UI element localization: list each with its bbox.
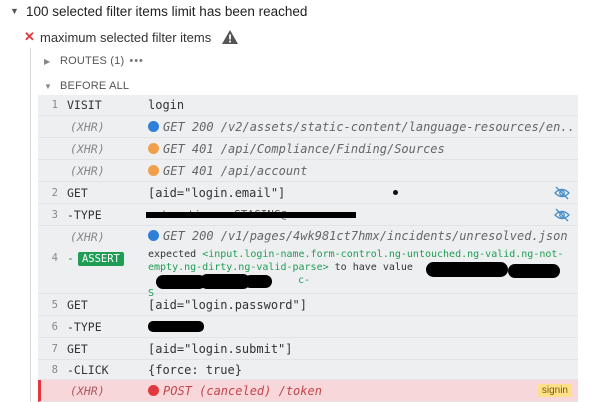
command-message: [aid="login.password"] [148, 297, 307, 312]
xhr-url: GET 200 /v2/assets/static-content/langua… [163, 119, 576, 134]
command-message: [aid="login.submit"] [148, 341, 293, 356]
status-dot-orange-icon [148, 164, 159, 176]
command-row-visit[interactable]: 1 VISIT login [38, 95, 578, 116]
redaction-blob [148, 321, 204, 332]
redaction-blob [156, 275, 206, 289]
tree-guide-line [30, 48, 31, 402]
xhr-row[interactable]: (XHR) GET 401 /api/Compliance/Finding/So… [38, 138, 578, 160]
xhr-message: GET 200 /v2/assets/static-content/langua… [148, 120, 576, 134]
command-name: GET [67, 297, 88, 312]
caret-right-icon: ▶ [44, 56, 51, 66]
routes-menu-icon[interactable]: ••• [129, 55, 144, 67]
command-name: GET [67, 341, 88, 356]
assert-dash: - [67, 251, 74, 265]
redaction-bar [146, 212, 356, 218]
eye-slash-icon[interactable] [554, 208, 570, 222]
command-row-get-submit[interactable]: 7 GET [aid="login.submit"] [38, 338, 578, 360]
command-name: (XHR) [70, 383, 105, 398]
command-row-click[interactable]: 8 -CLICK {force: true} [38, 360, 578, 380]
command-name: (XHR) [70, 119, 105, 134]
status-dot-orange-icon [148, 142, 159, 154]
assert-command: - ASSERT [67, 251, 124, 266]
redaction-blob [244, 275, 272, 288]
command-name: -TYPE [67, 207, 102, 222]
assert-value-tail: c- [298, 275, 311, 286]
cursor-dot [393, 190, 398, 195]
command-number: 7 [51, 342, 58, 355]
command-name: (XHR) [70, 141, 105, 156]
command-log: 1 VISIT login (XHR) GET 200 /v2/assets/s… [38, 95, 578, 402]
xhr-message: POST (canceled) /token [148, 384, 322, 398]
test-title-row[interactable]: ✕ maximum selected filter items [0, 26, 239, 48]
command-message: [aid="login.email"] [148, 185, 286, 200]
xhr-url: GET 401 /api/account [163, 163, 308, 178]
command-number: 6 [51, 320, 58, 333]
xhr-message: GET 401 /api/account [148, 164, 308, 178]
command-number: 2 [51, 186, 58, 199]
spec-title: 100 selected filter items limit has been… [26, 3, 308, 19]
xhr-message: GET 200 /v1/pages/4wk981ct7hmx/incidents… [148, 229, 576, 243]
status-dot-red-icon [148, 384, 159, 396]
warning-icon[interactable] [221, 29, 239, 45]
before-all-toggle[interactable]: ▼ BEFORE ALL [44, 76, 129, 96]
command-message: {force: true} [148, 362, 242, 377]
command-number: 8 [51, 363, 58, 376]
assert-expected: expected [148, 249, 197, 260]
collapse-chevron-icon[interactable]: ▼ [10, 6, 24, 16]
command-name: (XHR) [70, 163, 105, 178]
command-row-get-password[interactable]: 5 GET [aid="login.password"] [38, 294, 578, 316]
command-row-assert[interactable]: (XHR) GET 200 /v1/pages/4wk981ct7hmx/inc… [38, 226, 578, 299]
assert-have: to have value [334, 262, 413, 273]
xhr-row[interactable]: (XHR) GET 401 /api/account [38, 160, 578, 182]
command-row-type-password[interactable]: 6 -TYPE [38, 316, 578, 338]
before-all-label: BEFORE ALL [60, 80, 130, 92]
status-dot-blue-icon [148, 230, 159, 241]
failed-x-icon: ✕ [24, 29, 35, 44]
routes-toggle[interactable]: ▶ ROUTES (1) ••• [44, 51, 144, 71]
command-row-get-email[interactable]: 2 GET [aid="login.email"] [38, 182, 578, 204]
redaction-blob [200, 274, 250, 289]
command-name: VISIT [67, 98, 102, 112]
command-message: login [148, 98, 185, 112]
xhr-url: POST (canceled) /token [163, 383, 322, 398]
redaction-blob [508, 264, 560, 278]
command-name: GET [67, 185, 88, 200]
command-name: -TYPE [67, 319, 102, 334]
xhr-row-failed[interactable]: (XHR) POST (canceled) /token signin [38, 380, 578, 402]
spec-title-row[interactable]: ▼ 100 selected filter items limit has be… [0, 0, 589, 22]
command-number: 5 [51, 298, 58, 311]
caret-down-icon: ▼ [44, 81, 53, 91]
command-number: 4 [51, 252, 58, 264]
command-name: (XHR) [70, 230, 105, 244]
command-number: 1 [51, 99, 58, 111]
command-name: -CLICK [67, 362, 109, 377]
xhr-message: GET 401 /api/Compliance/Finding/Sources [148, 142, 445, 156]
xhr-url: GET 401 /api/Compliance/Finding/Sources [163, 141, 445, 156]
redaction-blob [426, 262, 508, 277]
command-row-type-email[interactable]: 3 -TYPE automation...STAGING@...com [38, 204, 578, 226]
command-number: 3 [51, 208, 58, 221]
eye-slash-icon[interactable] [554, 186, 570, 200]
status-dot-blue-icon [148, 120, 159, 132]
xhr-url: GET 200 /v1/pages/4wk981ct7hmx/incidents… [163, 229, 568, 243]
alias-badge[interactable]: signin [537, 384, 572, 397]
assert-badge: ASSERT [77, 252, 124, 266]
xhr-row[interactable]: (XHR) GET 200 /v2/assets/static-content/… [38, 116, 578, 138]
test-title: maximum selected filter items [40, 29, 212, 45]
routes-label: ROUTES (1) [60, 55, 125, 67]
